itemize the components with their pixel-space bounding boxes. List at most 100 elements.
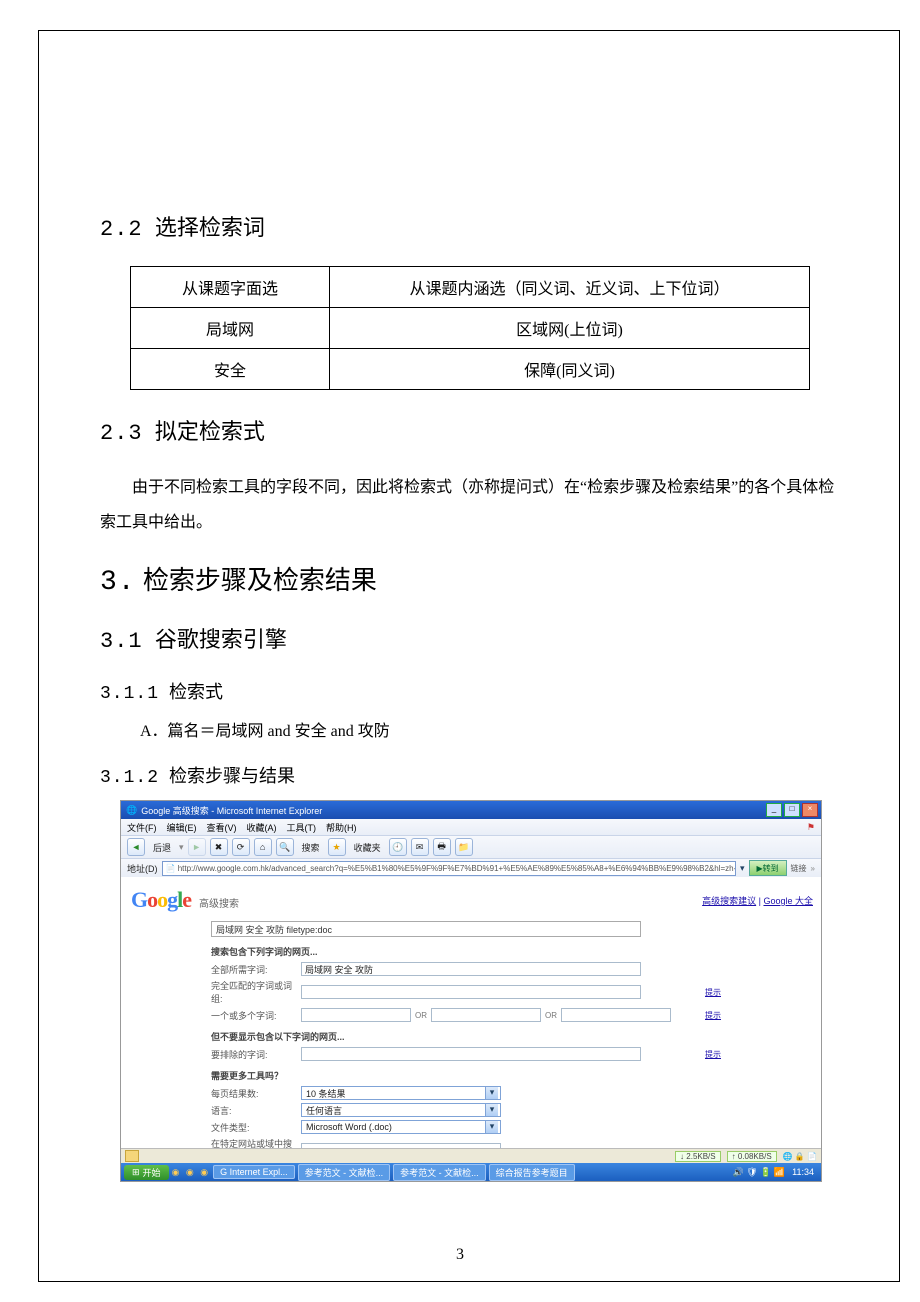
address-bar: 地址(D) 📄 http://www.google.com.hk/advance… [121, 859, 821, 878]
input-any-2[interactable] [431, 1008, 541, 1022]
chevron-down-icon: ▾ [485, 1104, 498, 1116]
search-label: 搜索 [302, 841, 320, 854]
menu-item-view[interactable]: 查看(V) [207, 821, 237, 834]
or-label: OR [415, 1011, 427, 1020]
heading-text: 拟定检索式 [155, 419, 265, 444]
print-button[interactable]: 🖶 [433, 838, 451, 856]
heading-3-1: 3.1 谷歌搜索引擎 [100, 622, 840, 654]
history-button[interactable]: 🕘 [389, 838, 407, 856]
menu-item-help[interactable]: 帮助(H) [326, 821, 357, 834]
chevron-down-icon: ▾ [485, 1121, 498, 1133]
heading-text: 选择检索词 [155, 215, 265, 240]
forward-button[interactable]: ► [188, 838, 206, 856]
label-any-words: 一个或多个字词: [211, 1009, 301, 1022]
task-item[interactable]: G Internet Expl... [213, 1165, 295, 1179]
stop-button[interactable]: ✖ [210, 838, 228, 856]
heading-2-3: 2.3 拟定检索式 [100, 414, 840, 446]
go-button[interactable]: ▶ 转到 [749, 860, 787, 876]
menu-item-favorites[interactable]: 收藏(A) [247, 821, 277, 834]
start-label: 开始 [143, 1166, 161, 1179]
input-exclude[interactable] [301, 1047, 641, 1061]
browser-screenshot: 🌐 Google 高级搜索 - Microsoft Internet Explo… [120, 800, 822, 1182]
quicklaunch-icons[interactable]: ◉ ◉ ◉ [172, 1167, 211, 1178]
label-filetype: 文件类型: [211, 1121, 301, 1134]
folder-button[interactable]: 📁 [455, 838, 473, 856]
heading-3: 3. 检索步骤及检索结果 [100, 560, 840, 598]
table-header: 从课题字面选 [131, 267, 330, 308]
minimize-button[interactable]: _ [766, 803, 782, 817]
mail-button[interactable]: ✉ [411, 838, 429, 856]
or-label: OR [545, 1011, 557, 1020]
select-value: 任何语言 [306, 1104, 342, 1117]
input-exact-phrase[interactable] [301, 985, 641, 999]
select-language[interactable]: 任何语言 ▾ [301, 1103, 501, 1117]
search-button[interactable]: 🔍 [276, 838, 294, 856]
menu-item-file[interactable]: 文件(F) [127, 821, 157, 834]
window-title: Google 高级搜索 - Microsoft Internet Explore… [141, 804, 322, 817]
heading-text: 检索式 [169, 682, 223, 702]
input-all-words[interactable]: 局域网 安全 攻防 [301, 962, 641, 976]
input-any-3[interactable] [561, 1008, 671, 1022]
ie-flag-icon: ⚑ [807, 822, 815, 833]
menu-item-edit[interactable]: 编辑(E) [167, 821, 197, 834]
table-cell: 局域网 [131, 308, 330, 349]
close-button[interactable]: × [802, 803, 818, 817]
window-buttons: _ □ × [766, 803, 818, 817]
taskbar: ⊞ 开始 ◉ ◉ ◉ G Internet Expl... 参考范文 - 文献检… [121, 1163, 821, 1181]
address-input[interactable]: 📄 http://www.google.com.hk/advanced_sear… [162, 861, 737, 876]
favorites-button[interactable]: ★ [328, 838, 346, 856]
google-tips: 高级搜索建议 | Google 大全 [702, 894, 813, 907]
home-button[interactable]: ⌂ [254, 838, 272, 856]
heading-number: 2.2 [100, 217, 143, 242]
task-item[interactable]: 综合报告参考题目 [489, 1164, 575, 1181]
hint-link[interactable]: 提示 [705, 1049, 721, 1060]
status-icons: 🌐 🔒 📄 [783, 1152, 817, 1161]
query-line-a: A．篇名＝局域网 and 安全 and 攻防 [100, 716, 840, 748]
google-subtitle: 高级搜索 [199, 895, 239, 910]
address-url: http://www.google.com.hk/advanced_search… [178, 864, 736, 873]
favorites-label: 收藏夹 [354, 841, 381, 854]
input-any-1[interactable] [301, 1008, 411, 1022]
table-header: 从课题内涵选（同义词、近义词、上下位词） [330, 267, 810, 308]
table-cell: 安全 [131, 349, 330, 390]
query-preview-input[interactable]: 局域网 安全 攻防 filetype:doc [211, 921, 641, 937]
chevron-down-icon: ▾ [485, 1087, 498, 1099]
hint-link[interactable]: 提示 [705, 1010, 721, 1021]
go-label: 转到 [763, 863, 779, 874]
back-button[interactable]: ◄ [127, 838, 145, 856]
label-perpage: 每页结果数: [211, 1087, 301, 1100]
menu-item-tools[interactable]: 工具(T) [287, 821, 317, 834]
heading-text: 谷歌搜索引擎 [155, 627, 287, 652]
heading-3-1-1: 3.1.1 检索式 [100, 678, 840, 704]
task-item[interactable]: 参考范文 - 文献检... [393, 1164, 486, 1181]
label-all-words: 全部所需字词: [211, 963, 301, 976]
heading-text: 检索步骤与结果 [169, 766, 295, 786]
select-filetype[interactable]: Microsoft Word (.doc)▾ [301, 1120, 501, 1134]
links-label: 链接 [791, 863, 807, 874]
start-button[interactable]: ⊞ 开始 [124, 1165, 169, 1180]
back-label: 后退 [153, 841, 171, 854]
heading-number: 3.1.2 [100, 768, 159, 788]
google-header: Google 高级搜索 高级搜索建议 | Google 大全 [121, 877, 821, 921]
titlebar-left: 🌐 Google 高级搜索 - Microsoft Internet Explo… [124, 804, 322, 817]
table-cell: 保障(同义词) [330, 349, 810, 390]
label-exclude: 要排除的字词: [211, 1048, 301, 1061]
heading-number: 3.1.1 [100, 684, 159, 704]
maximize-button[interactable]: □ [784, 803, 800, 817]
select-perpage[interactable]: 10 条结果 ▾ [301, 1086, 501, 1100]
windows-icon: ⊞ [132, 1167, 140, 1178]
google-all-link[interactable]: Google 大全 [763, 896, 813, 906]
tips-link[interactable]: 高级搜索建议 [702, 896, 756, 906]
google-page: Google 高级搜索 高级搜索建议 | Google 大全 局域网 安全 攻防… [121, 877, 821, 1163]
upload-speed: ↑ 0.08KB/S [727, 1151, 777, 1162]
refresh-button[interactable]: ⟳ [232, 838, 250, 856]
tray-icons[interactable]: 🔊 🛡 🔋 📶 [733, 1167, 786, 1178]
hint-link[interactable]: 提示 [705, 987, 721, 998]
section-include: 搜索包含下列字词的网页... [211, 945, 811, 958]
heading-number: 2.3 [100, 421, 143, 446]
document-page: 2.2 选择检索词 从课题字面选 从课题内涵选（同义词、近义词、上下位词） 局域… [0, 0, 920, 1302]
task-item[interactable]: 参考范文 - 文献检... [298, 1164, 391, 1181]
status-icon [125, 1150, 139, 1162]
download-speed: ↓ 2.5KB/S [675, 1151, 721, 1162]
select-value: 10 条结果 [306, 1087, 346, 1100]
